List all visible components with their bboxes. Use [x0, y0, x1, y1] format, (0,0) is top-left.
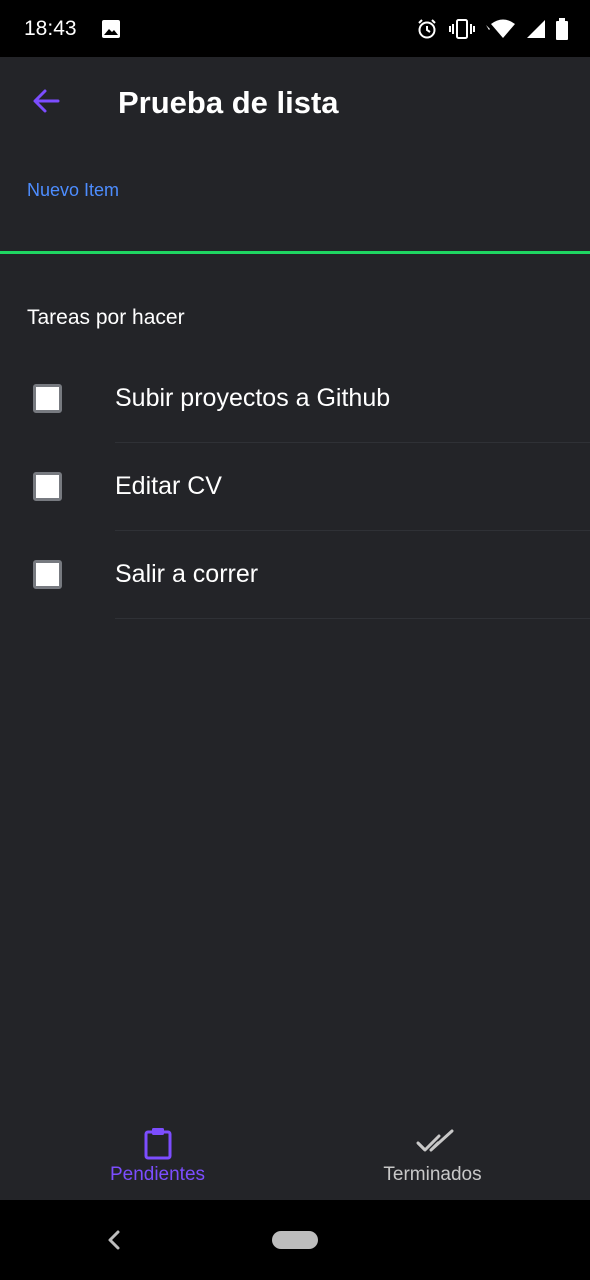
task-label: Editar CV — [115, 472, 222, 500]
task-item[interactable]: Salir a correr — [0, 531, 590, 619]
field-underline — [0, 251, 590, 254]
clipboard-icon — [141, 1126, 175, 1160]
nav-item-terminados[interactable]: Terminados — [285, 1112, 580, 1200]
new-item-input[interactable] — [27, 209, 567, 245]
bottom-nav: Pendientes Terminados — [0, 1112, 590, 1200]
page-title: Prueba de lista — [118, 85, 339, 120]
status-icons — [416, 16, 568, 42]
back-button[interactable] — [22, 79, 70, 127]
alarm-icon — [416, 18, 438, 40]
status-time: 18:43 — [24, 17, 77, 40]
new-item-field[interactable]: Nuevo Item — [0, 165, 590, 255]
task-label: Salir a correr — [115, 560, 259, 588]
app-bar: Prueba de lista — [0, 57, 590, 151]
done-all-icon — [416, 1126, 453, 1160]
wifi-icon — [486, 18, 516, 40]
nav-label-pendientes: Pendientes — [109, 1164, 206, 1185]
task-checkbox[interactable] — [33, 472, 62, 501]
home-pill-icon[interactable] — [272, 1231, 318, 1249]
arrow-back-icon — [31, 86, 61, 121]
task-checkbox[interactable] — [33, 560, 62, 589]
divider — [115, 618, 590, 619]
screen: 18:43 Prueba de lista Nuevo Item Tareas … — [0, 0, 590, 1280]
signal-icon — [526, 18, 546, 40]
nav-label-terminados: Terminados — [383, 1164, 482, 1185]
section-title: Tareas por hacer — [27, 306, 185, 329]
nav-item-pendientes[interactable]: Pendientes — [10, 1112, 305, 1200]
task-label: Subir proyectos a Github — [115, 384, 391, 412]
task-list: Subir proyectos a Github Editar CV Salir… — [0, 355, 590, 619]
status-bar: 18:43 — [0, 0, 590, 57]
task-checkbox[interactable] — [33, 384, 62, 413]
photo-icon — [101, 19, 121, 39]
new-item-label: Nuevo Item — [27, 180, 120, 200]
battery-icon — [556, 18, 568, 40]
system-nav-bar — [0, 1200, 590, 1280]
chevron-left-icon[interactable] — [100, 1225, 128, 1255]
vibrate-icon — [448, 18, 476, 40]
task-item[interactable]: Editar CV — [0, 443, 590, 531]
task-item[interactable]: Subir proyectos a Github — [0, 355, 590, 443]
